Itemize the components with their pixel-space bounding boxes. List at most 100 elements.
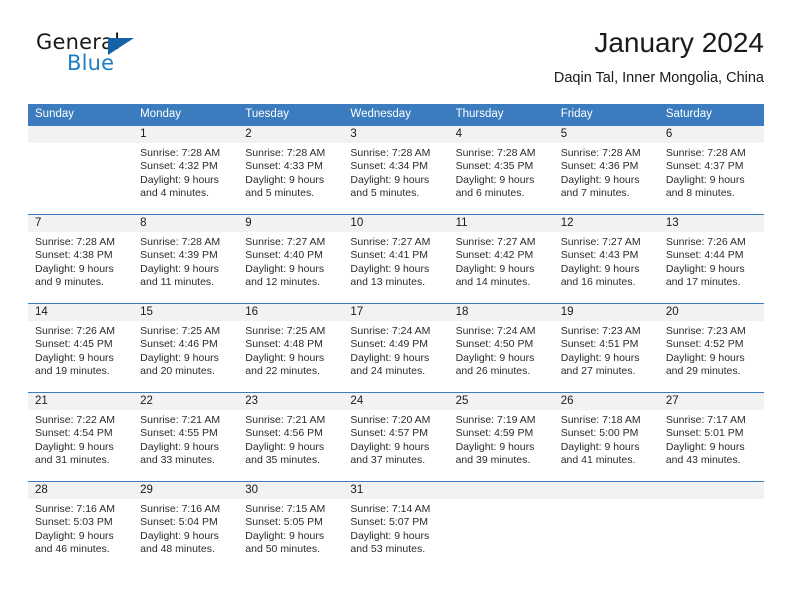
day-info: Sunrise: 7:21 AM Sunset: 4:55 PM Dayligh… [133, 410, 238, 472]
sunrise-text: Sunrise: 7:28 AM [455, 147, 536, 159]
title-block: January 2024 Daqin Tal, Inner Mongolia, … [554, 26, 764, 89]
day-cell[interactable]: 8 Sunrise: 7:28 AM Sunset: 4:39 PM Dayli… [133, 215, 239, 294]
sunset-text: Sunset: 4:32 PM [140, 160, 218, 173]
day-number: 23 [238, 393, 344, 410]
day-cell[interactable]: 9 Sunrise: 7:27 AM Sunset: 4:40 PM Dayli… [238, 215, 344, 294]
day-info: Sunrise: 7:28 AM Sunset: 4:35 PM Dayligh… [449, 143, 554, 205]
daylight-text-line2: and 31 minutes. [35, 454, 110, 467]
day-cell[interactable]: 24 Sunrise: 7:20 AM Sunset: 4:57 PM Dayl… [343, 393, 449, 472]
day-cell[interactable]: 6 Sunrise: 7:28 AM Sunset: 4:37 PM Dayli… [658, 126, 764, 205]
sunrise-text: Sunrise: 7:26 AM [35, 325, 115, 337]
week-row-4: 21 Sunrise: 7:22 AM Sunset: 4:54 PM Dayl… [28, 392, 764, 481]
daylight-text-line1: Daylight: 9 hours [245, 529, 325, 542]
daylight-text-line1: Daylight: 9 hours [455, 440, 535, 453]
weekday-monday: Monday [140, 108, 182, 120]
day-cell[interactable]: 3 Sunrise: 7:28 AM Sunset: 4:34 PM Dayli… [343, 126, 449, 205]
sunset-text: Sunset: 4:55 PM [140, 427, 218, 440]
day-cell[interactable]: 26 Sunrise: 7:18 AM Sunset: 5:00 PM Dayl… [553, 393, 659, 472]
day-cell[interactable]: 5 Sunrise: 7:28 AM Sunset: 4:36 PM Dayli… [553, 126, 659, 205]
daylight-text-line1: Daylight: 9 hours [140, 351, 219, 364]
day-info: Sunrise: 7:27 AM Sunset: 4:41 PM Dayligh… [343, 232, 448, 294]
day-cell[interactable]: 4 Sunrise: 7:28 AM Sunset: 4:35 PM Dayli… [448, 126, 554, 205]
day-cell[interactable]: 17 Sunrise: 7:24 AM Sunset: 4:49 PM Dayl… [343, 304, 449, 383]
day-number: 5 [553, 126, 659, 143]
sunrise-text: Sunrise: 7:23 AM [665, 325, 746, 337]
day-info [659, 499, 764, 561]
day-cell[interactable]: 2 Sunrise: 7:28 AM Sunset: 4:33 PM Dayli… [238, 126, 344, 205]
day-info: Sunrise: 7:28 AM Sunset: 4:39 PM Dayligh… [133, 232, 238, 294]
daylight-text-line1: Daylight: 9 hours [560, 173, 640, 186]
day-cell[interactable]: 31 Sunrise: 7:14 AM Sunset: 5:07 PM Dayl… [343, 482, 449, 561]
day-cell[interactable]: 21 Sunrise: 7:22 AM Sunset: 4:54 PM Dayl… [28, 393, 134, 472]
daylight-text-line1: Daylight: 9 hours [665, 262, 745, 275]
day-cell[interactable]: 18 Sunrise: 7:24 AM Sunset: 4:50 PM Dayl… [448, 304, 554, 383]
weekday-wednesday: Wednesday [350, 108, 411, 120]
daylight-text-line2: and 33 minutes. [140, 454, 215, 467]
sunrise-text: Sunrise: 7:28 AM [245, 147, 326, 159]
logo-text-blue: Blue [67, 51, 115, 75]
sunrise-text: Sunrise: 7:28 AM [140, 147, 221, 159]
day-cell[interactable]: 23 Sunrise: 7:21 AM Sunset: 4:56 PM Dayl… [238, 393, 344, 472]
day-number: 16 [238, 304, 344, 321]
sunrise-text: Sunrise: 7:28 AM [665, 147, 746, 159]
day-cell[interactable]: 14 Sunrise: 7:26 AM Sunset: 4:45 PM Dayl… [28, 304, 134, 383]
sunset-text: Sunset: 4:56 PM [245, 427, 323, 440]
sunrise-text: Sunrise: 7:20 AM [350, 414, 431, 426]
day-number: 13 [658, 215, 764, 232]
daylight-text-line1: Daylight: 9 hours [665, 351, 745, 364]
day-cell[interactable]: 30 Sunrise: 7:15 AM Sunset: 5:05 PM Dayl… [238, 482, 344, 561]
day-cell[interactable]: 20 Sunrise: 7:23 AM Sunset: 4:52 PM Dayl… [658, 304, 764, 383]
day-number: 26 [553, 393, 659, 410]
sunrise-text: Sunrise: 7:14 AM [350, 503, 431, 515]
day-info: Sunrise: 7:25 AM Sunset: 4:46 PM Dayligh… [133, 321, 238, 383]
sunset-text: Sunset: 4:46 PM [140, 338, 218, 351]
day-number: 28 [28, 482, 134, 499]
daylight-text-line2: and 13 minutes. [350, 276, 426, 289]
day-cell[interactable]: 13 Sunrise: 7:26 AM Sunset: 4:44 PM Dayl… [658, 215, 764, 294]
day-info: Sunrise: 7:28 AM Sunset: 4:33 PM Dayligh… [238, 143, 343, 205]
daylight-text-line1: Daylight: 9 hours [245, 351, 325, 364]
day-number [553, 482, 659, 499]
daylight-text-line2: and 37 minutes. [350, 454, 426, 467]
daylight-text-line1: Daylight: 9 hours [140, 173, 219, 186]
day-info: Sunrise: 7:18 AM Sunset: 5:00 PM Dayligh… [554, 410, 659, 472]
daylight-text-line2: and 29 minutes. [665, 365, 741, 378]
day-cell[interactable]: 16 Sunrise: 7:25 AM Sunset: 4:48 PM Dayl… [238, 304, 344, 383]
day-info [449, 499, 554, 561]
day-cell[interactable]: 10 Sunrise: 7:27 AM Sunset: 4:41 PM Dayl… [343, 215, 449, 294]
sunset-text: Sunset: 4:37 PM [665, 160, 744, 173]
day-number: 22 [133, 393, 239, 410]
daylight-text-line1: Daylight: 9 hours [35, 351, 114, 364]
day-cell[interactable]: 1 Sunrise: 7:28 AM Sunset: 4:32 PM Dayli… [133, 126, 239, 205]
daylight-text-line1: Daylight: 9 hours [35, 529, 114, 542]
sunset-text: Sunset: 5:03 PM [35, 516, 113, 529]
day-cell[interactable]: 25 Sunrise: 7:19 AM Sunset: 4:59 PM Dayl… [448, 393, 554, 472]
daylight-text-line1: Daylight: 9 hours [455, 262, 535, 275]
day-number: 20 [658, 304, 764, 321]
daylight-text-line2: and 9 minutes. [35, 276, 104, 289]
day-number: 3 [343, 126, 449, 143]
day-cell[interactable]: 22 Sunrise: 7:21 AM Sunset: 4:55 PM Dayl… [133, 393, 239, 472]
sunrise-text: Sunrise: 7:25 AM [245, 325, 326, 337]
sunset-text: Sunset: 4:33 PM [245, 160, 323, 173]
sunset-text: Sunset: 4:41 PM [350, 249, 429, 262]
day-cell[interactable]: 15 Sunrise: 7:25 AM Sunset: 4:46 PM Dayl… [133, 304, 239, 383]
sunrise-text: Sunrise: 7:23 AM [560, 325, 641, 337]
daylight-text-line2: and 48 minutes. [140, 543, 215, 556]
sunrise-text: Sunrise: 7:26 AM [665, 236, 746, 248]
day-number: 27 [658, 393, 764, 410]
day-cell[interactable]: 27 Sunrise: 7:17 AM Sunset: 5:01 PM Dayl… [658, 393, 764, 472]
general-blue-logo[interactable]: General Blue [36, 30, 156, 84]
day-cell[interactable]: 28 Sunrise: 7:16 AM Sunset: 5:03 PM Dayl… [28, 482, 134, 561]
day-number: 14 [28, 304, 134, 321]
day-cell [553, 482, 659, 561]
day-cell[interactable]: 29 Sunrise: 7:16 AM Sunset: 5:04 PM Dayl… [133, 482, 239, 561]
day-cell[interactable]: 7 Sunrise: 7:28 AM Sunset: 4:38 PM Dayli… [28, 215, 134, 294]
day-cell[interactable]: 12 Sunrise: 7:27 AM Sunset: 4:43 PM Dayl… [553, 215, 659, 294]
sunrise-text: Sunrise: 7:28 AM [350, 147, 431, 159]
daylight-text-line2: and 19 minutes. [35, 365, 110, 378]
day-info: Sunrise: 7:28 AM Sunset: 4:34 PM Dayligh… [343, 143, 448, 205]
day-cell[interactable]: 19 Sunrise: 7:23 AM Sunset: 4:51 PM Dayl… [553, 304, 659, 383]
day-cell[interactable]: 11 Sunrise: 7:27 AM Sunset: 4:42 PM Dayl… [448, 215, 554, 294]
daylight-text-line1: Daylight: 9 hours [455, 351, 535, 364]
